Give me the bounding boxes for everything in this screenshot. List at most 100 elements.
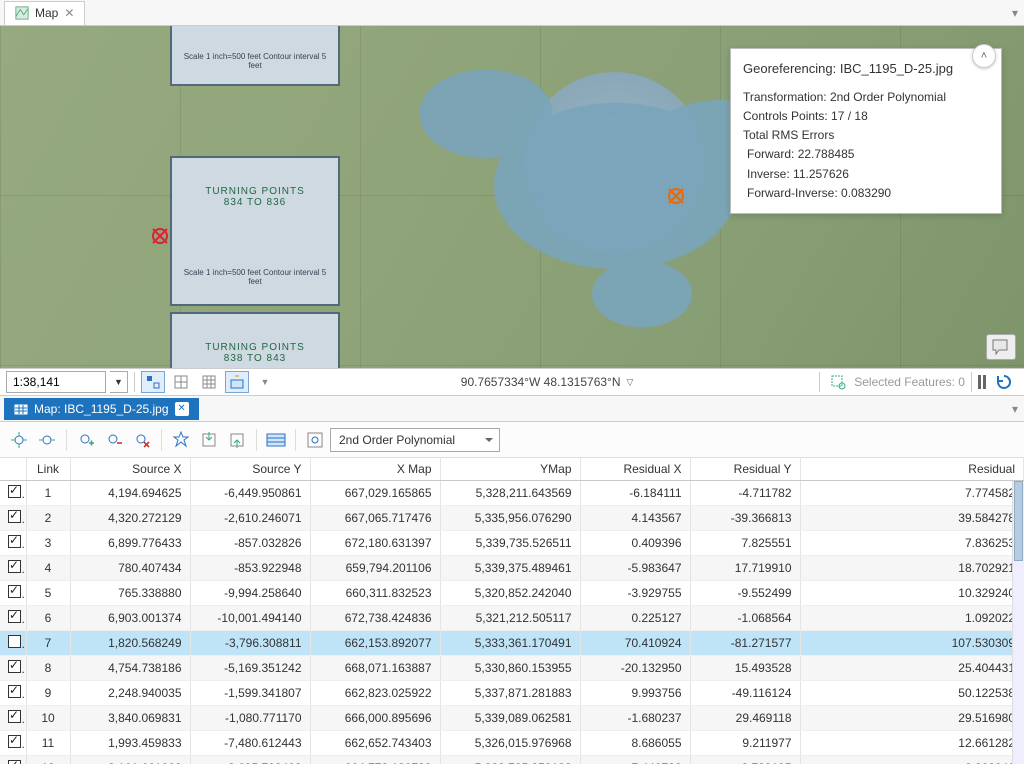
col-header-residual-y[interactable]: Residual Y — [690, 458, 800, 481]
close-icon[interactable]: ✕ — [175, 402, 189, 416]
table-row[interactable]: 66,903.001374-10,001.494140672,738.42483… — [0, 606, 1024, 631]
cell-link: 1 — [26, 481, 70, 506]
col-header-x-map[interactable]: X Map — [310, 458, 440, 481]
row-checkbox[interactable] — [8, 610, 21, 623]
table-row[interactable]: 84,754.738186-5,169.351242668,071.163887… — [0, 656, 1024, 681]
control-point-marker[interactable] — [666, 186, 686, 206]
table-row[interactable]: 123,161.661062-3,695.702408664,773.13073… — [0, 756, 1024, 764]
cell-source-x: 1,993.459833 — [70, 731, 190, 756]
row-checkbox[interactable] — [8, 585, 21, 598]
tab-map[interactable]: Map ✕ — [4, 1, 85, 25]
grid2-toggle[interactable] — [197, 371, 221, 393]
row-checkbox[interactable] — [8, 660, 21, 673]
cell-source-x: 4,754.738186 — [70, 656, 190, 681]
select-all-button[interactable] — [263, 427, 289, 453]
table-row[interactable]: 92,248.940035-1,599.341807662,823.025922… — [0, 681, 1024, 706]
cell-residual-y: 29.469118 — [690, 706, 800, 731]
cell-y-map: 5,335,956.076290 — [440, 506, 580, 531]
cell-source-x: 4,320.272129 — [70, 506, 190, 531]
refresh-button[interactable] — [990, 371, 1018, 393]
auto-georeference-button[interactable] — [168, 427, 194, 453]
cell-link: 11 — [26, 731, 70, 756]
scrollbar-thumb[interactable] — [1014, 481, 1023, 561]
cp-remove-button[interactable] — [101, 427, 127, 453]
callout-icon[interactable] — [986, 334, 1016, 360]
table-row[interactable]: 14,194.694625-6,449.950861667,029.165865… — [0, 481, 1024, 506]
map-icon — [15, 6, 29, 20]
cell-residual-x: -7.440738 — [580, 756, 690, 764]
cell-residual-x: -3.929755 — [580, 581, 690, 606]
cell-source-x: 2,248.940035 — [70, 681, 190, 706]
chevron-up-icon: ˄ — [981, 50, 987, 62]
grid-toggle[interactable] — [169, 371, 193, 393]
cell-residual-x: 0.225127 — [580, 606, 690, 631]
table-row[interactable]: 24,320.272129-2,610.246071667,065.717476… — [0, 506, 1024, 531]
row-checkbox[interactable] — [8, 485, 21, 498]
table-row[interactable]: 36,899.776433-857.032826672,180.6313975,… — [0, 531, 1024, 556]
table-row[interactable]: 5765.338880-9,994.258640660,311.8325235,… — [0, 581, 1024, 606]
cp-delete-button[interactable] — [129, 427, 155, 453]
cell-y-map: 5,333,725.353123 — [440, 756, 580, 764]
add-control-points-button[interactable] — [6, 427, 32, 453]
table-row[interactable]: 111,993.459833-7,480.612443662,652.74340… — [0, 731, 1024, 756]
snapping-toggle[interactable] — [141, 371, 165, 393]
cell-source-y: -9,994.258640 — [190, 581, 310, 606]
table-row[interactable]: 103,840.069831-1,080.771170666,000.89569… — [0, 706, 1024, 731]
cell-source-y: -2,610.246071 — [190, 506, 310, 531]
cell-link: 4 — [26, 556, 70, 581]
row-checkbox[interactable] — [8, 685, 21, 698]
tab-overflow-icon[interactable]: ▾ — [1012, 402, 1018, 416]
cell-residual-y: -39.366813 — [690, 506, 800, 531]
col-header-source-x[interactable]: Source X — [70, 458, 190, 481]
control-point-marker[interactable] — [150, 226, 170, 246]
scale-dropdown-button[interactable]: ▼ — [110, 371, 128, 393]
zoom-to-button[interactable] — [302, 427, 328, 453]
cell-x-map: 664,773.130733 — [310, 756, 440, 764]
view-options-dropdown[interactable]: ▼ — [253, 371, 277, 393]
georeferencing-info-panel: Georeferencing: IBC_1195_D-25.jpg Transf… — [730, 48, 1002, 214]
selected-features-label: Selected Features: 0 — [854, 375, 965, 389]
tab-close-icon[interactable]: ✕ — [64, 6, 74, 20]
cell-link: 5 — [26, 581, 70, 606]
cell-residual-y: 17.719910 — [690, 556, 800, 581]
cell-x-map: 666,000.895696 — [310, 706, 440, 731]
import-control-points-button[interactable] — [196, 427, 222, 453]
row-checkbox[interactable] — [8, 510, 21, 523]
cell-residual-y: 9.211977 — [690, 731, 800, 756]
row-checkbox[interactable] — [8, 560, 21, 573]
cell-residual: 7.774582 — [800, 481, 1024, 506]
vertical-scrollbar[interactable] — [1012, 481, 1024, 764]
panel-collapse-button[interactable]: ˄ — [972, 44, 996, 68]
row-checkbox[interactable] — [8, 635, 21, 648]
scale-input[interactable] — [6, 371, 106, 393]
cell-residual-x: -1.680237 — [580, 706, 690, 731]
table-tab[interactable]: Map: IBC_1195_D-25.jpg ✕ — [4, 398, 199, 420]
col-header-source-y[interactable]: Source Y — [190, 458, 310, 481]
tab-overflow-icon[interactable]: ▾ — [1012, 6, 1018, 20]
cell-x-map: 667,029.165865 — [310, 481, 440, 506]
cell-source-y: -1,599.341807 — [190, 681, 310, 706]
cp-add-button[interactable] — [73, 427, 99, 453]
transformation-select[interactable]: 2nd Order Polynomial — [330, 428, 500, 452]
table-header-row: Link Source X Source Y X Map YMap Residu… — [0, 458, 1024, 481]
control-points-table: Link Source X Source Y X Map YMap Residu… — [0, 458, 1024, 764]
table-row[interactable]: 4780.407434-853.922948659,794.2011065,33… — [0, 556, 1024, 581]
col-header-link[interactable]: Link — [26, 458, 70, 481]
col-header-residual-x[interactable]: Residual X — [580, 458, 690, 481]
row-checkbox[interactable] — [8, 735, 21, 748]
row-checkbox[interactable] — [8, 535, 21, 548]
table-row[interactable]: 71,820.568249-3,796.308811662,153.892077… — [0, 631, 1024, 656]
row-checkbox[interactable] — [8, 760, 21, 764]
col-header-check[interactable] — [0, 458, 26, 481]
cell-residual-y: -3.729195 — [690, 756, 800, 764]
export-control-points-button[interactable] — [224, 427, 250, 453]
add-control-points-alt-button[interactable] — [34, 427, 60, 453]
col-header-y-map[interactable]: YMap — [440, 458, 580, 481]
pause-drawing-button[interactable] — [978, 375, 986, 389]
map-view[interactable]: Scale 1 inch=500 feet Contour interval 5… — [0, 26, 1024, 368]
coordinate-format-dropdown[interactable]: ▽ — [627, 377, 634, 388]
cell-x-map: 668,071.163887 — [310, 656, 440, 681]
col-header-residual[interactable]: Residual — [800, 458, 1024, 481]
dynamic-constraints-toggle[interactable] — [225, 371, 249, 393]
row-checkbox[interactable] — [8, 710, 21, 723]
